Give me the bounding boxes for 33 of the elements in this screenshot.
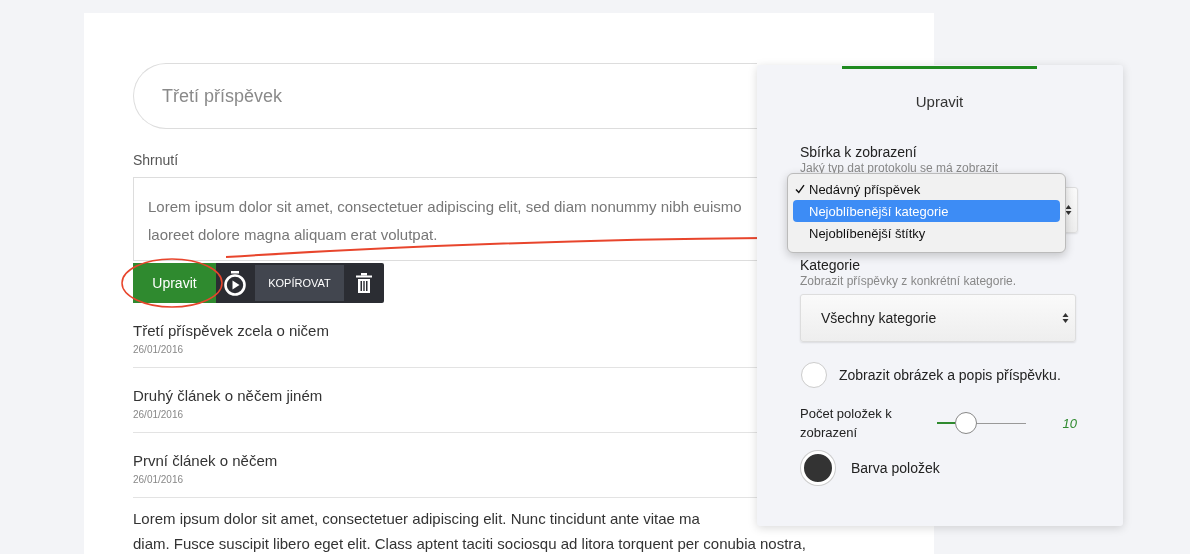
category-select[interactable]: Všechny kategorie <box>800 294 1076 342</box>
color-label: Barva položek <box>851 460 940 476</box>
post-title[interactable]: Třetí příspěvek zcela o ničem <box>133 322 329 339</box>
dropdown-option[interactable]: Nejoblíbenější štítky <box>793 222 1060 244</box>
post-title[interactable]: Druhý článek o něčem jiném <box>133 387 323 404</box>
paragraph-text: Lorem ipsum dolor sit amet, consectetuer adipiscing elit. Nunc tincidunt ante vitae ma <box>133 509 700 529</box>
color-swatch[interactable] <box>801 451 835 485</box>
slider-value: 10 <box>1062 415 1077 431</box>
checkmark-icon <box>795 184 805 194</box>
stopwatch-icon[interactable] <box>223 270 247 296</box>
count-slider[interactable] <box>936 412 1027 434</box>
field-label: Sbírka k zobrazení <box>800 144 918 160</box>
field-hint: Zobrazit příspěvky z konkrétní kategorie. <box>800 274 1018 288</box>
trash-icon[interactable] <box>356 273 372 293</box>
field-label: Kategorie <box>800 257 861 273</box>
summary-label: Shrnutí <box>133 152 179 168</box>
slider-label: Počet položek k zobrazení <box>800 405 893 442</box>
checkbox[interactable] <box>801 362 827 388</box>
summary-field[interactable]: Lorem ipsum dolor sit amet, consectetuer adipiscing elit, sed diam nonummy nibh euismo laoreet dolore magna aliquam erat volutpat. <box>133 177 757 261</box>
post-date: 26/01/2016 <box>133 474 184 485</box>
stepper-icon <box>1062 312 1069 324</box>
checkbox-label: Zobrazit obrázek a popis příspěvku. <box>839 367 1061 383</box>
summary-text: laoreet dolore magna aliquam erat volutpat. <box>148 225 438 245</box>
summary-text: Lorem ipsum dolor sit amet, consectetuer adipiscing elit, sed diam nonummy nibh euismo <box>148 197 742 217</box>
edit-button[interactable]: Upravit <box>133 263 216 303</box>
paragraph-text: diam. Fusce suscipit libero eget elit. Class aptent taciti sociosqu ad litora torquent per conubia nostra, <box>133 534 806 554</box>
title-field[interactable]: Třetí příspěvek <box>133 63 757 129</box>
panel-title: Upravit <box>914 93 965 110</box>
post-date: 26/01/2016 <box>133 344 184 355</box>
copy-button[interactable]: KOPÍROVAT <box>255 265 344 301</box>
dropdown-option[interactable]: Nedávný příspěvek <box>793 178 1060 200</box>
post-date: 26/01/2016 <box>133 409 184 420</box>
post-title[interactable]: První článek o něčem <box>133 452 278 469</box>
